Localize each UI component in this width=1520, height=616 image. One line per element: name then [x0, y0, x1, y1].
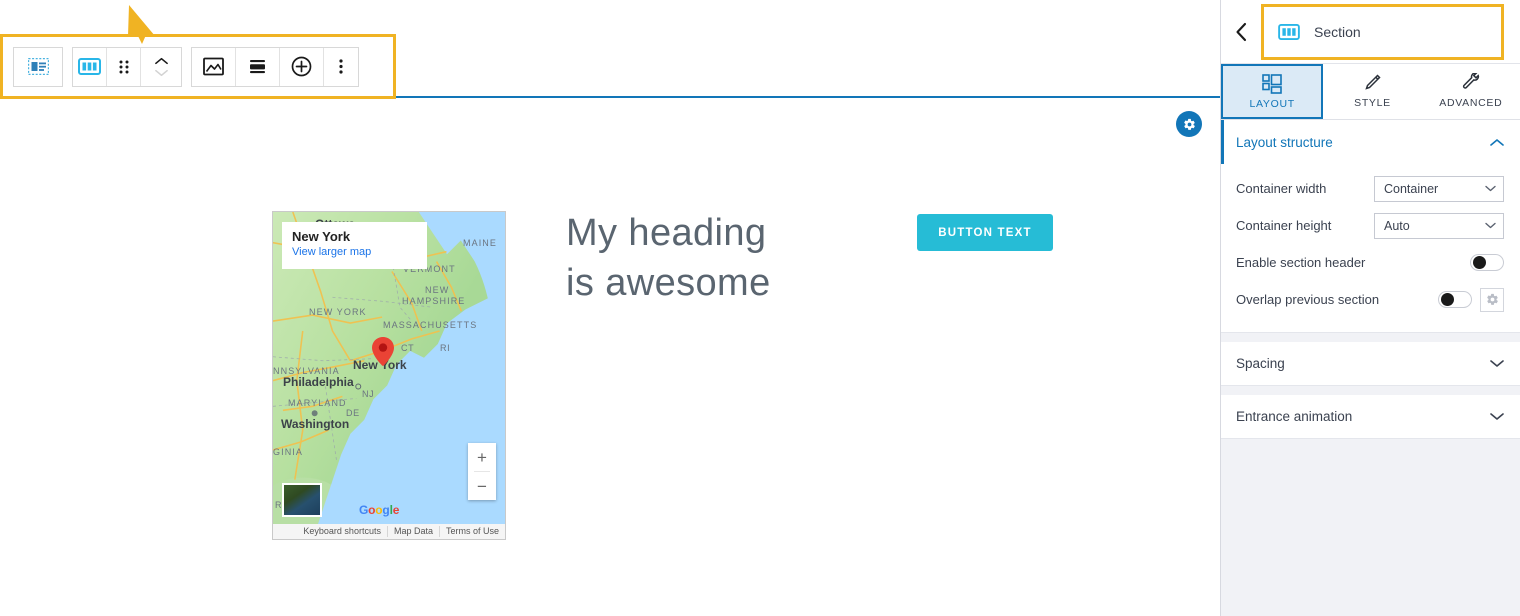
- chevron-down-icon: [1485, 222, 1496, 229]
- brush-icon: [1362, 73, 1382, 93]
- tab-style-label: STYLE: [1354, 96, 1391, 109]
- kebab-menu-icon: [339, 59, 343, 74]
- move-up-button[interactable]: [154, 57, 168, 65]
- drag-dots-icon: [119, 60, 128, 74]
- vertical-align-button[interactable]: [236, 47, 280, 86]
- section-columns-icon: [78, 58, 101, 75]
- move-down-button[interactable]: [154, 69, 168, 77]
- container-width-select[interactable]: Container: [1374, 175, 1504, 202]
- block-type-button[interactable]: [73, 47, 107, 86]
- accordion-layout-structure-title: Layout structure: [1236, 134, 1333, 150]
- view-larger-map-link[interactable]: View larger map: [292, 246, 417, 258]
- map-footer: Keyboard shortcuts Map Data Terms of Use: [273, 524, 505, 539]
- row-container-height: Container height Auto: [1236, 207, 1504, 244]
- background-image-button[interactable]: [192, 47, 236, 86]
- tab-layout[interactable]: LAYOUT: [1221, 64, 1324, 119]
- tab-advanced-label: ADVANCED: [1439, 96, 1503, 109]
- block-toolbar[interactable]: [0, 34, 396, 99]
- chevron-up-icon: [1490, 138, 1504, 146]
- map-data-link[interactable]: Map Data: [386, 526, 439, 537]
- map-zoom-in-button[interactable]: +: [468, 443, 496, 471]
- accordion-entrance-animation-header[interactable]: Entrance animation: [1221, 395, 1520, 439]
- tab-layout-label: LAYOUT: [1249, 97, 1295, 110]
- wrench-icon: [1461, 72, 1481, 93]
- section-settings-gear-icon[interactable]: [1176, 111, 1202, 137]
- tab-style[interactable]: STYLE: [1323, 64, 1421, 119]
- more-options-button[interactable]: [324, 47, 358, 86]
- select-parent-block-button[interactable]: [14, 47, 62, 86]
- settings-panel: Section LAYOUT STYLE ADVANCED Layout str…: [1220, 0, 1520, 616]
- accordion-layout-structure-header[interactable]: Layout structure: [1221, 120, 1520, 164]
- map-zoom-out-button[interactable]: −: [468, 472, 496, 500]
- map-satellite-thumbnail[interactable]: [282, 483, 322, 517]
- section-heading[interactable]: My heading is awesome: [566, 208, 771, 308]
- toggle-knob: [1473, 256, 1486, 269]
- gear-icon: [1486, 293, 1498, 305]
- container-height-select[interactable]: Auto: [1374, 212, 1504, 239]
- add-block-button[interactable]: [280, 47, 324, 86]
- toggle-knob: [1441, 293, 1454, 306]
- toolbar-group-block: [72, 46, 182, 87]
- editor-canvas: Ottawa MAINE VERMONT NEW HAMPSHIRE NEW Y…: [0, 0, 1220, 616]
- plus-circle-icon: [291, 56, 312, 77]
- toolbar-group-actions: [191, 46, 359, 87]
- move-block-buttons[interactable]: [141, 48, 181, 86]
- map-infobox-title: New York: [292, 229, 351, 244]
- overlap-previous-section-toggle[interactable]: [1438, 291, 1472, 308]
- layout-block-icon: [27, 58, 49, 75]
- section-columns-icon: [1278, 23, 1300, 40]
- page-root: Ottawa MAINE VERMONT NEW HAMPSHIRE NEW Y…: [0, 0, 1520, 616]
- overlap-controls: [1438, 287, 1504, 312]
- chevron-down-icon: [1485, 185, 1496, 192]
- accordion-spacing-header[interactable]: Spacing: [1221, 342, 1520, 386]
- enable-section-header-label: Enable section header: [1236, 255, 1366, 270]
- container-width-label: Container width: [1236, 181, 1327, 196]
- container-width-value: Container: [1384, 181, 1439, 196]
- overlap-settings-button[interactable]: [1480, 287, 1504, 312]
- keyboard-shortcuts-link[interactable]: Keyboard shortcuts: [297, 526, 387, 537]
- chevron-down-icon: [1490, 360, 1504, 367]
- row-overlap-previous-section: Overlap previous section: [1236, 281, 1504, 318]
- accordion-separator: [1221, 333, 1520, 342]
- tab-advanced[interactable]: ADVANCED: [1422, 64, 1520, 119]
- gear-icon: [1183, 118, 1195, 130]
- google-map-embed[interactable]: Ottawa MAINE VERMONT NEW HAMPSHIRE NEW Y…: [272, 211, 506, 540]
- layout-grid-icon: [1262, 73, 1282, 94]
- row-container-width: Container width Container: [1236, 170, 1504, 207]
- row-enable-section-header: Enable section header: [1236, 244, 1504, 281]
- chevron-left-icon: [1235, 22, 1246, 41]
- chevron-down-icon: [1490, 413, 1504, 420]
- cta-button[interactable]: BUTTON TEXT: [917, 214, 1053, 251]
- map-zoom-controls[interactable]: + −: [468, 443, 496, 500]
- panel-back-button[interactable]: [1221, 0, 1261, 64]
- accordion-separator: [1221, 386, 1520, 395]
- enable-section-header-toggle[interactable]: [1470, 254, 1504, 271]
- map-pin-icon: [372, 337, 394, 366]
- accordion-layout-structure-body: Container width Container Container heig…: [1221, 164, 1520, 333]
- drag-handle-button[interactable]: [107, 47, 141, 86]
- terms-of-use-link[interactable]: Terms of Use: [438, 526, 505, 537]
- accordion-spacing-title: Spacing: [1236, 356, 1285, 371]
- container-height-value: Auto: [1384, 218, 1410, 233]
- google-logo: Google: [359, 503, 400, 517]
- accordion-entrance-animation-title: Entrance animation: [1236, 409, 1353, 424]
- container-height-label: Container height: [1236, 218, 1332, 233]
- panel-tabs: LAYOUT STYLE ADVANCED: [1221, 64, 1520, 120]
- panel-title-text: Section: [1314, 23, 1361, 40]
- panel-title-section[interactable]: Section: [1261, 3, 1504, 60]
- map-infobox[interactable]: New York View larger map: [282, 222, 427, 269]
- toolbar-group-parent: [13, 46, 63, 87]
- panel-header: Section: [1221, 0, 1520, 64]
- align-icon: [250, 60, 265, 74]
- overlap-previous-section-label: Overlap previous section: [1236, 292, 1380, 307]
- image-icon: [203, 57, 224, 76]
